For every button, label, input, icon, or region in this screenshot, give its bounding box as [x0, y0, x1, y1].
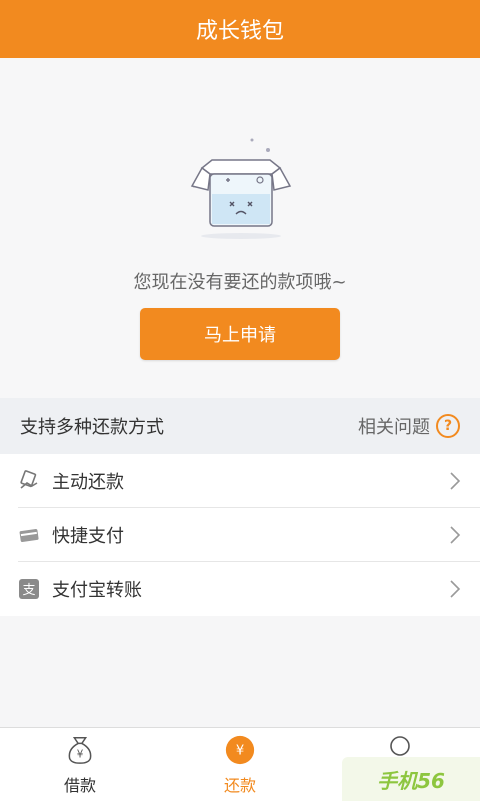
method-label: 快捷支付 [52, 526, 124, 547]
money-bag-icon: ¥ [68, 737, 92, 764]
tab-repay[interactable]: ¥ 还款 [190, 734, 290, 796]
apply-now-button[interactable]: 马上申请 [140, 308, 340, 360]
app-header: 成长钱包 [0, 0, 480, 58]
method-label: 支付宝转账 [52, 580, 142, 601]
tab-label: 还款 [223, 776, 256, 795]
tab-label: 借款 [63, 776, 96, 795]
question-circle-icon: ? [436, 414, 460, 438]
card-icon [18, 524, 40, 546]
watermark-text: 手机56 [377, 768, 445, 793]
related-label: 相关问题 [358, 417, 430, 438]
repay-hand-icon [18, 470, 40, 492]
tab-borrow[interactable]: ¥ 借款 [30, 734, 130, 796]
chevron-right-icon [450, 580, 461, 598]
empty-box-icon [190, 138, 292, 239]
method-item-active-repay[interactable]: 主动还款 [0, 454, 480, 508]
alipay-icon: 支 [18, 578, 40, 600]
method-item-quick-pay[interactable]: 快捷支付 [0, 508, 480, 562]
page-title: 成长钱包 [195, 19, 284, 44]
svg-text:支: 支 [22, 583, 35, 598]
method-label: 主动还款 [52, 472, 124, 493]
yen-circle-icon: ¥ [225, 735, 255, 765]
empty-message: 您现在没有要还的款项哦~ [133, 272, 347, 293]
related-questions-link[interactable]: 相关问题 ? [358, 413, 460, 439]
watermark-logo: 手机56 [342, 757, 480, 801]
chevron-right-icon [450, 526, 461, 544]
repay-methods-list: 主动还款 快捷支付 支 支付宝转账 [0, 454, 480, 616]
chevron-right-icon [450, 472, 461, 490]
method-item-alipay[interactable]: 支 支付宝转账 [0, 562, 480, 616]
svg-text:¥: ¥ [236, 744, 244, 759]
empty-state: 您现在没有要还的款项哦~ 马上申请 [0, 58, 480, 398]
bottom-tab-bar: ¥ 借款 ¥ 还款 手机56 [0, 727, 480, 801]
svg-text:¥: ¥ [77, 749, 84, 761]
repay-methods-header: 支持多种还款方式 相关问题 ? [0, 398, 480, 454]
section-title: 支持多种还款方式 [20, 417, 164, 438]
